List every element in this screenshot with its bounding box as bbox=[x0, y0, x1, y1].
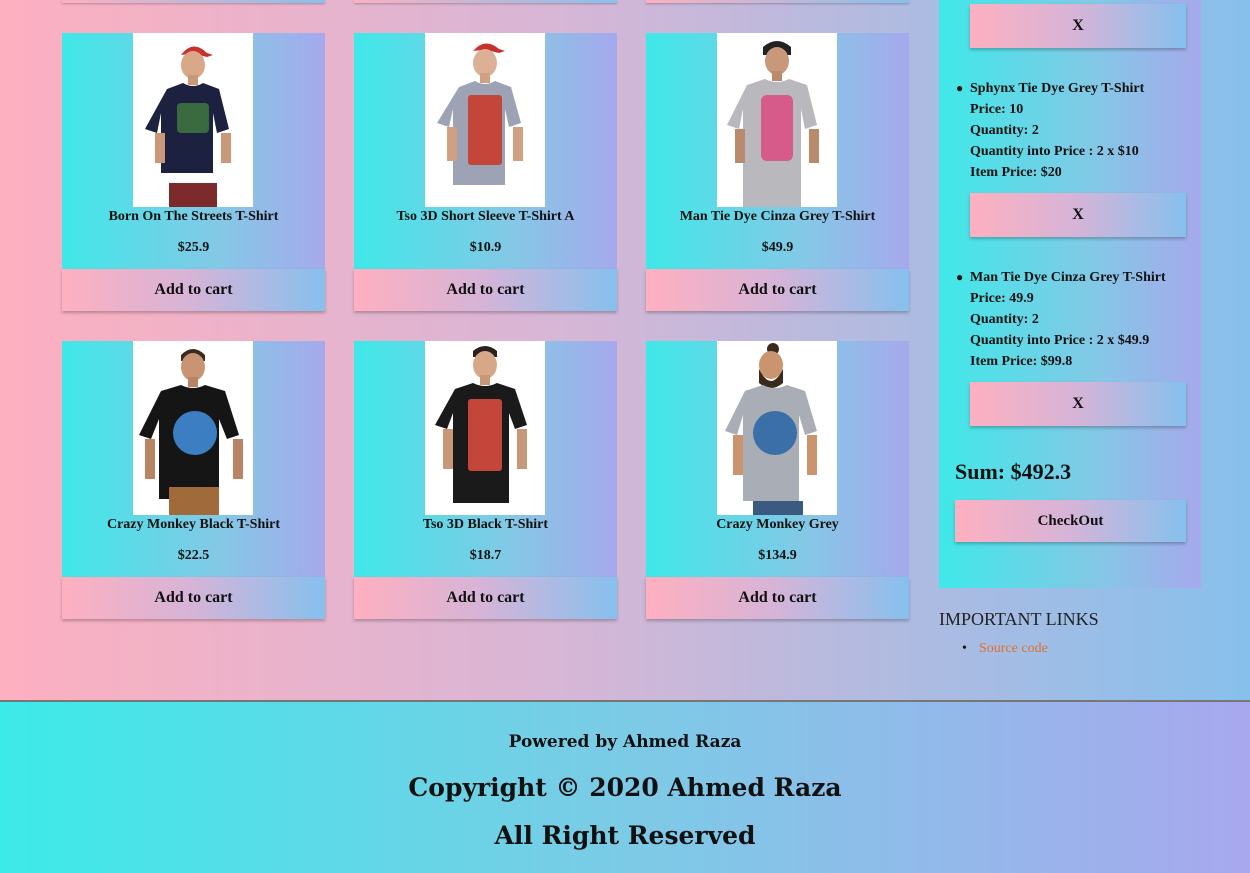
product-card: Man Tie Dye Cinza Grey T-Shirt $49.9 Add… bbox=[646, 33, 909, 311]
product-image bbox=[133, 341, 253, 515]
product-image bbox=[717, 33, 837, 207]
product-price: $22.5 bbox=[177, 548, 210, 563]
cart-item: ● Sphynx Tie Dye Grey T-Shirt Price: 10 … bbox=[956, 78, 1200, 183]
footer-copyright: Copyright © 2020 Ahmed Raza bbox=[408, 773, 842, 802]
important-links-list: Source code bbox=[962, 641, 1048, 657]
tshirt-model-image bbox=[425, 341, 545, 515]
tshirt-model-image bbox=[425, 33, 545, 207]
remove-item-button[interactable]: X bbox=[970, 193, 1186, 237]
add-to-cart-button[interactable]: Add to cart bbox=[646, 269, 909, 311]
product-price: $10.9 bbox=[469, 240, 502, 255]
previous-add-button[interactable] bbox=[646, 0, 909, 3]
remove-item-button[interactable]: X bbox=[970, 4, 1186, 48]
cart-item: ● Man Tie Dye Cinza Grey T-Shirt Price: … bbox=[956, 267, 1200, 372]
tshirt-model-image bbox=[717, 33, 837, 207]
product-price: $18.7 bbox=[469, 548, 502, 563]
product-name: Tso 3D Short Sleeve T-Shirt A bbox=[396, 209, 575, 224]
cart-item-total: Item Price: $99.8 bbox=[970, 354, 1073, 369]
bullet-icon: ● bbox=[956, 270, 964, 284]
product-price: $25.9 bbox=[177, 240, 210, 255]
footer-powered-by: Powered by Ahmed Raza bbox=[508, 732, 742, 752]
link-item: Source code bbox=[962, 641, 1048, 657]
tshirt-model-image bbox=[133, 341, 253, 515]
add-to-cart-button[interactable]: Add to cart bbox=[62, 577, 325, 619]
cart-item-name: Sphynx Tie Dye Grey T-Shirt bbox=[970, 81, 1145, 96]
important-links-heading: IMPORTANT LINKS bbox=[939, 609, 1099, 629]
product-card: Crazy Monkey Black T-Shirt $22.5 Add to … bbox=[62, 341, 325, 619]
remove-item-button[interactable]: X bbox=[970, 382, 1186, 426]
cart-item-qty-price: Quantity into Price : 2 x $49.9 bbox=[970, 333, 1150, 348]
footer-rights: All Right Reserved bbox=[494, 821, 756, 850]
cart-item-quantity: Quantity: 2 bbox=[970, 123, 1039, 138]
bullet-icon: ● bbox=[956, 81, 964, 95]
checkout-button[interactable]: CheckOut bbox=[955, 500, 1186, 542]
product-card: Born On The Streets T-Shirt $25.9 Add to… bbox=[62, 33, 325, 311]
product-image bbox=[425, 341, 545, 515]
product-name: Man Tie Dye Cinza Grey T-Shirt bbox=[679, 209, 876, 224]
cart-item-total: Item Price: $20 bbox=[970, 165, 1062, 180]
product-name: Crazy Monkey Black T-Shirt bbox=[106, 517, 281, 532]
cart-item-quantity: Quantity: 2 bbox=[970, 312, 1039, 327]
product-name: Tso 3D Black T-Shirt bbox=[422, 517, 549, 532]
add-to-cart-button[interactable]: Add to cart bbox=[354, 269, 617, 311]
main-content: Born On The Streets T-Shirt $25.9 Add to… bbox=[0, 0, 1250, 700]
product-card-body: Tso 3D Short Sleeve T-Shirt A $10.9 bbox=[354, 33, 617, 269]
tshirt-model-image bbox=[717, 341, 837, 515]
cart-item-qty-price: Quantity into Price : 2 x $10 bbox=[970, 144, 1139, 159]
product-name: Crazy Monkey Grey bbox=[716, 517, 839, 532]
product-card: Crazy Monkey Grey $134.9 Add to cart bbox=[646, 341, 909, 619]
footer: Powered by Ahmed Raza Copyright © 2020 A… bbox=[0, 700, 1250, 873]
tshirt-model-image bbox=[133, 33, 253, 207]
product-image bbox=[133, 33, 253, 207]
add-to-cart-button[interactable]: Add to cart bbox=[646, 577, 909, 619]
product-card: Tso 3D Short Sleeve T-Shirt A $10.9 Add … bbox=[354, 33, 617, 311]
source-code-link[interactable]: Source code bbox=[979, 641, 1048, 656]
product-price: $134.9 bbox=[758, 548, 797, 563]
cart-item-price: Price: 49.9 bbox=[970, 291, 1034, 306]
add-to-cart-button[interactable]: Add to cart bbox=[62, 269, 325, 311]
product-card-body: Tso 3D Black T-Shirt $18.7 bbox=[354, 341, 617, 577]
product-card: Tso 3D Black T-Shirt $18.7 Add to cart bbox=[354, 341, 617, 619]
product-card-body: Born On The Streets T-Shirt $25.9 bbox=[62, 33, 325, 269]
add-to-cart-button[interactable]: Add to cart bbox=[354, 577, 617, 619]
cart-item-name: Man Tie Dye Cinza Grey T-Shirt bbox=[970, 270, 1166, 285]
cart-sum: Sum: $492.3 bbox=[955, 459, 1072, 484]
product-price: $49.9 bbox=[761, 240, 794, 255]
product-card-body: Man Tie Dye Cinza Grey T-Shirt $49.9 bbox=[646, 33, 909, 269]
product-card-body: Crazy Monkey Grey $134.9 bbox=[646, 341, 909, 577]
product-image bbox=[717, 341, 837, 515]
previous-add-button[interactable] bbox=[62, 0, 325, 3]
cart-item-price: Price: 10 bbox=[970, 102, 1024, 117]
product-name: Born On The Streets T-Shirt bbox=[108, 209, 279, 224]
previous-add-button[interactable] bbox=[354, 0, 617, 3]
product-image bbox=[425, 33, 545, 207]
product-card-body: Crazy Monkey Black T-Shirt $22.5 bbox=[62, 341, 325, 577]
cart-panel: X ● Sphynx Tie Dye Grey T-Shirt Price: 1… bbox=[939, 0, 1201, 588]
